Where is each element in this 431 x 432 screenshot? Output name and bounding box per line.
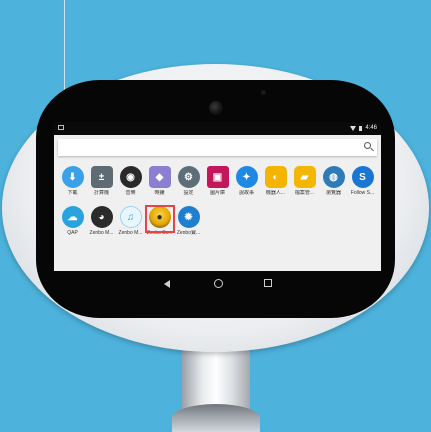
cloud-icon[interactable]: ☁ [61,206,84,228]
screenshot-notification-icon [58,125,64,130]
app-qap[interactable]: ☁ QAP [58,206,87,236]
app-label: 圖片庫 [209,190,225,196]
app-label: Zenbo M... [89,230,114,236]
zenbo-treasure-icon[interactable]: ✹ [177,206,200,228]
app-zenbo-m-2[interactable]: ♫ Zenbo M... [116,206,145,236]
app-drawer-screen: 4:46 ⬇ 下載 ± 計算機 ◉ 音樂 ◆ 時鐘 ⚙ 設定 ▣ 圖片庫 ✦ 說… [54,122,381,271]
recents-icon[interactable] [264,279,272,287]
wifi-icon [350,125,357,131]
battery-icon [359,125,363,131]
app-label: 檔案管... [294,190,315,196]
app-download[interactable]: ⬇ 下載 [58,166,87,196]
back-icon[interactable] [164,280,170,288]
app-label: 設定 [183,190,194,196]
home-icon[interactable] [214,279,223,288]
app-file-manager[interactable]: ▰ 檔案管... [290,166,319,196]
navigation-bar [54,271,381,297]
app-label: Zenbo寶... [176,230,201,236]
app-settings[interactable]: ⚙ 設定 [174,166,203,196]
app-calculator[interactable]: ± 計算機 [87,166,116,196]
app-label: 機器人... [265,190,286,196]
app-label: Follow S... [350,190,375,196]
music-note-icon[interactable]: ♫ [119,206,142,228]
search-icon[interactable] [364,142,371,149]
calculator-icon[interactable]: ± [90,166,113,188]
camera-icon [209,101,223,115]
gallery-icon[interactable]: ▣ [206,166,229,188]
app-clock[interactable]: ◆ 時鐘 [145,166,174,196]
browser-globe-icon[interactable]: ◍ [322,166,345,188]
app-label: 計算機 [93,190,109,196]
status-indicators: 4:46 [350,125,377,131]
music-disc-icon[interactable]: ◉ [119,166,142,188]
search-bar[interactable] [58,139,377,156]
sensor-dot [261,90,266,95]
status-bar: 4:46 [54,122,381,135]
storybook-icon[interactable]: ✦ [235,166,258,188]
robot-collar [172,404,260,432]
app-label: 說故事 [238,190,254,196]
download-icon[interactable]: ⬇ [61,166,84,188]
app-label: 下載 [67,190,78,196]
app-label: 音樂 [125,190,136,196]
cube-icon[interactable]: ◆ [148,166,171,188]
app-label: 時鐘 [154,190,165,196]
selected-app-highlight [145,205,175,233]
app-storytelling[interactable]: ✦ 說故事 [232,166,261,196]
app-zenbo-treasure[interactable]: ✹ Zenbo寶... [174,206,203,236]
app-label: 瀏覽器 [325,190,341,196]
app-music[interactable]: ◉ 音樂 [116,166,145,196]
app-follow[interactable]: S Follow S... [348,166,377,196]
app-gallery[interactable]: ▣ 圖片庫 [203,166,232,196]
gear-icon[interactable]: ⚙ [177,166,200,188]
app-zenbo-m-1[interactable]: ◕ Zenbo M... [87,206,116,236]
clock: 4:46 [365,125,377,131]
background-guide-line [64,0,65,90]
app-robot[interactable]: ◐ 機器人... [261,166,290,196]
follow-s-icon[interactable]: S [351,166,374,188]
app-browser[interactable]: ◍ 瀏覽器 [319,166,348,196]
app-label: QAP [67,230,78,236]
robot-app-icon[interactable]: ◐ [264,166,287,188]
folder-icon[interactable]: ▰ [293,166,316,188]
app-label: Zenbo M... [118,230,143,236]
zenbo-face-icon[interactable]: ◕ [90,206,113,228]
